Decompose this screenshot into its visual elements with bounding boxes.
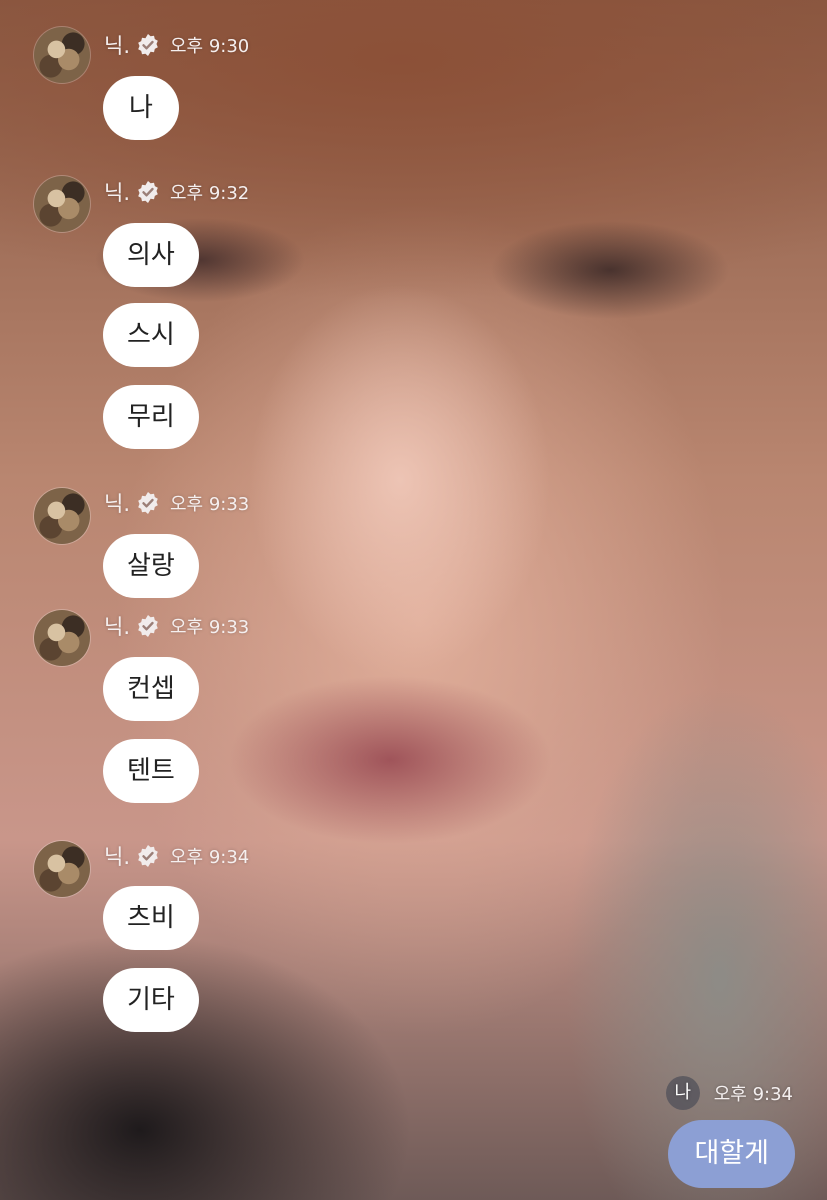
message-time: 오후 9:34 [170, 847, 250, 868]
message-time: 오후 9:32 [170, 183, 250, 204]
message-time: 오후 9:30 [170, 36, 250, 57]
verified-badge-icon [138, 492, 158, 514]
message-meta: 닉. 오후 9:33 [104, 611, 249, 641]
verified-badge-icon [138, 845, 158, 867]
my-message-meta: 나 오후 9:34 [665, 1076, 793, 1110]
message-time: 오후 9:33 [170, 494, 250, 515]
message-bubble[interactable]: 스시 [103, 303, 199, 367]
message-bubble[interactable]: 기타 [103, 968, 199, 1032]
message-bubble[interactable]: 의사 [103, 223, 199, 287]
sender-name[interactable]: 닉. [104, 488, 130, 518]
verified-badge-icon [138, 615, 158, 637]
message-meta: 닉. 오후 9:32 [104, 177, 249, 207]
sender-name[interactable]: 닉. [104, 30, 130, 60]
message-bubble[interactable]: 나 [103, 76, 179, 140]
sender-name[interactable]: 닉. [104, 611, 130, 641]
message-bubble[interactable]: 살랑 [103, 534, 199, 598]
sender-avatar[interactable] [34, 488, 90, 544]
message-bubble[interactable]: 츠비 [103, 886, 199, 950]
message-bubble[interactable]: 컨셉 [103, 657, 199, 721]
message-bubble[interactable]: 텐트 [103, 739, 199, 803]
my-message-bubble[interactable]: 대할게 [668, 1120, 795, 1188]
message-meta: 닉. 오후 9:30 [104, 30, 249, 60]
verified-badge-icon [138, 34, 158, 56]
sender-avatar[interactable] [34, 27, 90, 83]
sender-name[interactable]: 닉. [104, 841, 130, 871]
sender-avatar[interactable] [34, 176, 90, 232]
message-time: 오후 9:33 [170, 617, 250, 638]
sender-name[interactable]: 닉. [104, 177, 130, 207]
message-bubble[interactable]: 무리 [103, 385, 199, 449]
verified-badge-icon [138, 181, 158, 203]
my-avatar[interactable]: 나 [665, 1076, 700, 1110]
message-meta: 닉. 오후 9:33 [104, 488, 249, 518]
sender-avatar[interactable] [34, 841, 90, 897]
my-message-time: 오후 9:34 [713, 1084, 793, 1105]
sender-avatar[interactable] [34, 610, 90, 666]
message-meta: 닉. 오후 9:34 [104, 841, 249, 871]
